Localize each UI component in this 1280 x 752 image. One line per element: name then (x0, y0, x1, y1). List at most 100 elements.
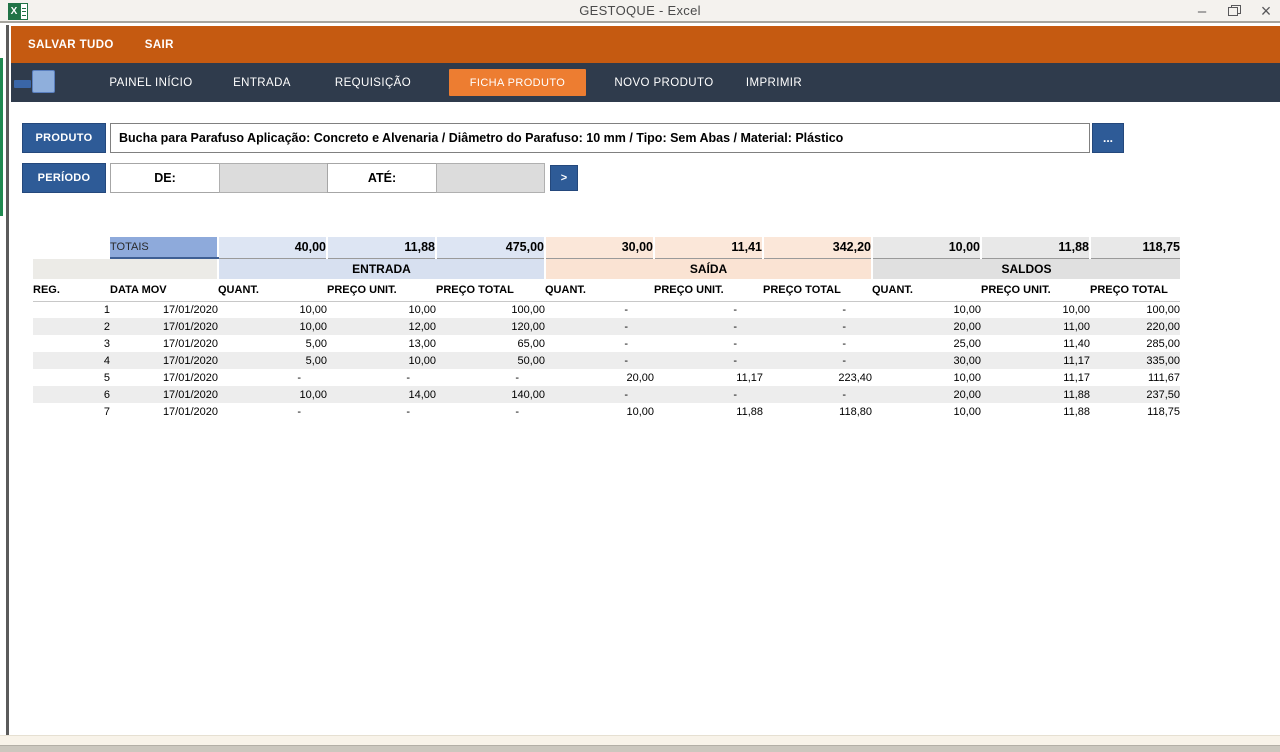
product-input[interactable] (110, 123, 1090, 153)
date-cell: 17/01/2020 (110, 386, 218, 403)
minimize-icon[interactable]: – (1194, 0, 1210, 23)
date-cell: 17/01/2020 (110, 403, 218, 420)
totals-empty-cell (33, 237, 110, 258)
date-cell: 17/01/2020 (110, 369, 218, 386)
ledger-table: TOTAIS 40,0011,88475,0030,0011,41342,201… (33, 237, 1180, 420)
product-browse-button[interactable]: ... (1092, 123, 1124, 153)
table-row: 217/01/202010,0012,00120,00---20,0011,00… (33, 318, 1180, 335)
column-header-preco-unit-6: PREÇO UNIT. (654, 279, 763, 301)
value-cell: - (763, 352, 872, 369)
reg-cell: 3 (33, 335, 110, 352)
period-ate-input[interactable] (436, 163, 545, 193)
value-cell: 11,00 (981, 318, 1090, 335)
reg-cell: 4 (33, 352, 110, 369)
value-cell: 111,67 (1090, 369, 1180, 386)
ribbon-items: SALVAR TUDO SAIR (11, 26, 1280, 63)
table-row: 417/01/20205,0010,0050,00---30,0011,1733… (33, 352, 1180, 369)
value-cell: 10,00 (981, 301, 1090, 318)
value-cell: - (763, 301, 872, 318)
totals-value-saldos: 11,88 (981, 237, 1090, 258)
value-cell: 13,00 (327, 335, 436, 352)
window-controls: – × (1194, 0, 1274, 23)
app-logo (11, 63, 95, 102)
tab-ficha-produto[interactable]: FICHA PRODUTO (449, 69, 586, 96)
totals-value-saldos: 118,75 (1090, 237, 1180, 258)
value-cell: 5,00 (218, 335, 327, 352)
nav-tabs: PAINEL INÍCIOENTRADAREQUISIÇÃO FICHA PROD… (95, 63, 824, 102)
tab-entrada[interactable]: ENTRADA (207, 63, 317, 102)
date-cell: 17/01/2020 (110, 335, 218, 352)
column-header-preco-unit-3: PREÇO UNIT. (327, 279, 436, 301)
value-cell: 120,00 (436, 318, 545, 335)
value-cell: 11,40 (981, 335, 1090, 352)
value-cell: 140,00 (436, 386, 545, 403)
logo-dash-icon (14, 80, 31, 88)
bottom-band (0, 735, 1280, 745)
value-cell: - (545, 352, 654, 369)
product-label: PRODUTO (22, 123, 106, 153)
value-cell: 10,00 (218, 318, 327, 335)
reg-cell: 6 (33, 386, 110, 403)
value-cell: - (763, 386, 872, 403)
value-cell: 11,88 (981, 403, 1090, 420)
value-cell: 10,00 (872, 301, 981, 318)
column-header-quant-5: QUANT. (545, 279, 654, 301)
value-cell: - (654, 318, 763, 335)
column-header-quant-8: QUANT. (872, 279, 981, 301)
tab-novo-produto[interactable]: NOVO PRODUTO (604, 63, 724, 102)
period-go-button[interactable]: > (550, 165, 578, 191)
value-cell: - (654, 301, 763, 318)
column-header-preco-total-4: PREÇO TOTAL (436, 279, 545, 301)
value-cell: - (218, 403, 327, 420)
value-cell: 118,80 (763, 403, 872, 420)
reg-cell: 7 (33, 403, 110, 420)
ribbon-item-salvar-tudo[interactable]: SALVAR TUDO (28, 39, 114, 51)
date-cell: 17/01/2020 (110, 352, 218, 369)
table-row: 317/01/20205,0013,0065,00---25,0011,4028… (33, 335, 1180, 352)
value-cell: 10,00 (545, 403, 654, 420)
value-cell: - (763, 318, 872, 335)
value-cell: 118,75 (1090, 403, 1180, 420)
table-row: 517/01/2020---20,0011,17223,4010,0011,17… (33, 369, 1180, 386)
close-icon[interactable]: × (1258, 0, 1274, 23)
totals-value-saida: 342,20 (763, 237, 872, 258)
value-cell: 10,00 (872, 403, 981, 420)
table-row: 617/01/202010,0014,00140,00---20,0011,88… (33, 386, 1180, 403)
value-cell: 10,00 (872, 369, 981, 386)
period-de-input[interactable] (219, 163, 328, 193)
tab-imprimir[interactable]: IMPRIMIR (724, 63, 824, 102)
value-cell: - (545, 386, 654, 403)
value-cell: - (327, 403, 436, 420)
value-cell: - (654, 335, 763, 352)
column-header-quant-2: QUANT. (218, 279, 327, 301)
table-row: 717/01/2020---10,0011,88118,8010,0011,88… (33, 403, 1180, 420)
value-cell: 220,00 (1090, 318, 1180, 335)
column-header-reg-0: REG. (33, 279, 110, 301)
tab-painel-inicio[interactable]: PAINEL INÍCIO (95, 63, 207, 102)
reg-cell: 5 (33, 369, 110, 386)
section-entrada: ENTRADA (218, 258, 545, 279)
logo-square-icon (32, 70, 55, 93)
tab-requisicao[interactable]: REQUISIÇÃO (317, 63, 429, 102)
value-cell: 10,00 (327, 301, 436, 318)
value-cell: 20,00 (872, 386, 981, 403)
value-cell: 11,17 (981, 369, 1090, 386)
value-cell: - (545, 301, 654, 318)
totals-value-entrada: 475,00 (436, 237, 545, 258)
value-cell: 285,00 (1090, 335, 1180, 352)
column-header-preco-total-10: PREÇO TOTAL (1090, 279, 1180, 301)
totals-value-entrada: 40,00 (218, 237, 327, 258)
value-cell: 11,17 (981, 352, 1090, 369)
value-cell: 11,17 (654, 369, 763, 386)
value-cell: 20,00 (545, 369, 654, 386)
section-saida: SAÍDA (545, 258, 872, 279)
value-cell: 335,00 (1090, 352, 1180, 369)
totals-row: TOTAIS 40,0011,88475,0030,0011,41342,201… (33, 237, 1180, 258)
ribbon-item-sair[interactable]: SAIR (145, 39, 174, 51)
value-cell: - (654, 352, 763, 369)
value-cell: - (327, 369, 436, 386)
value-cell: - (545, 318, 654, 335)
totals-value-entrada: 11,88 (327, 237, 436, 258)
value-cell: - (436, 369, 545, 386)
restore-icon[interactable] (1226, 0, 1242, 23)
